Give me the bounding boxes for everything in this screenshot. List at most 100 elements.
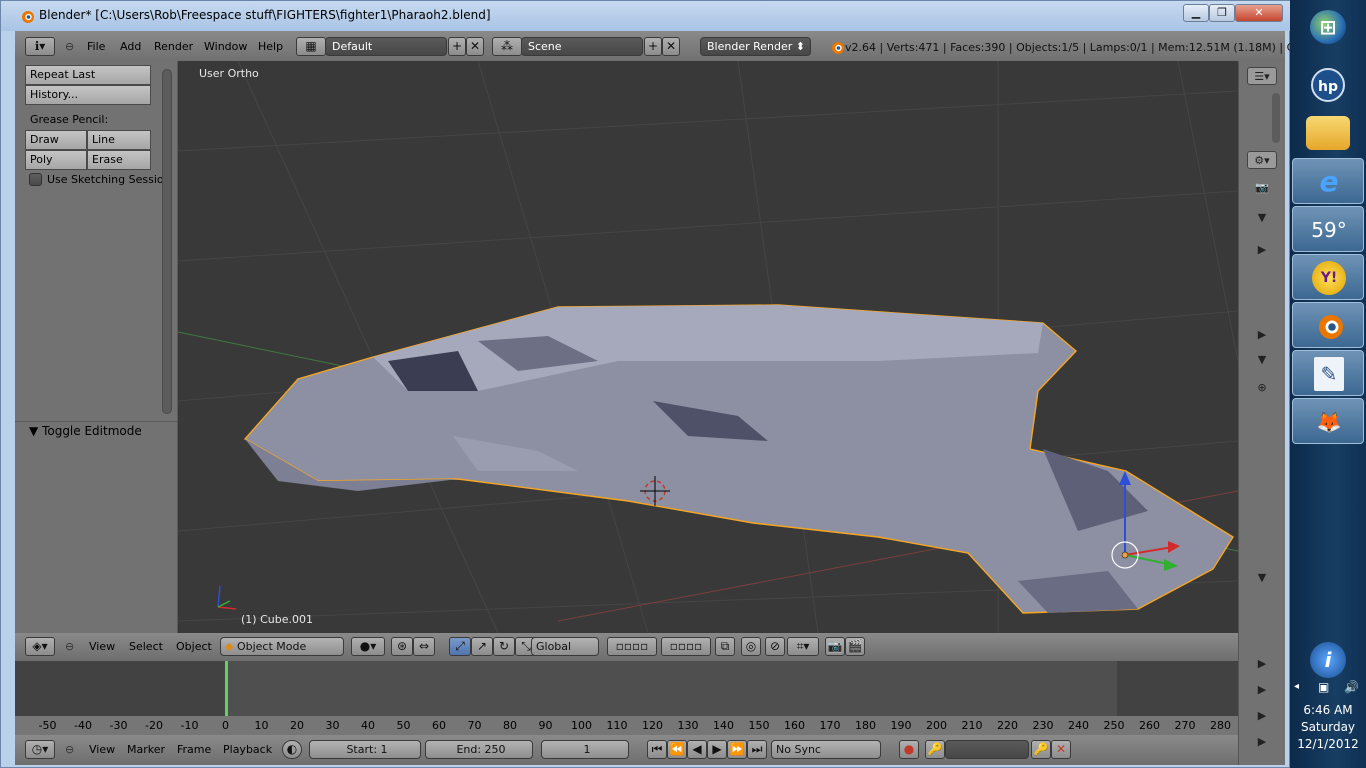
end-frame-field[interactable]: End: 250: [425, 740, 533, 759]
world-icon[interactable]: ⊕: [1247, 379, 1277, 397]
translate-icon[interactable]: ↗: [471, 637, 493, 656]
render-animation-icon[interactable]: 🎬: [845, 637, 865, 656]
history-button[interactable]: History...: [25, 85, 151, 105]
menu-object[interactable]: Object: [176, 638, 212, 656]
add-scene-icon[interactable]: +: [644, 37, 662, 56]
menu-marker[interactable]: Marker: [127, 741, 165, 759]
screen-layout-field[interactable]: Default: [325, 37, 447, 56]
viewport-canvas[interactable]: +: [178, 61, 1238, 633]
taskbar-notepad[interactable]: ✎: [1292, 350, 1364, 396]
scene-icon[interactable]: ⁂: [492, 37, 522, 56]
snap-icon[interactable]: ⊘: [765, 637, 785, 656]
panel-expand-icon-3[interactable]: ▶: [1247, 681, 1277, 699]
menu-view[interactable]: View: [89, 638, 115, 656]
panel-collapse-icon-2[interactable]: ▼: [1247, 569, 1277, 587]
minimize-button[interactable]: ▁: [1183, 4, 1209, 22]
outliner-scrollbar[interactable]: [1272, 93, 1280, 143]
timeline-area[interactable]: -50 -40 -30 -20 -10 0 10 20 30 40 50 60 70 80 90 100 110…: [15, 661, 1238, 735]
start-orb-button[interactable]: ⊞: [1292, 4, 1364, 50]
system-clock[interactable]: 6:46 AM Saturday 12/1/2012: [1290, 702, 1366, 753]
poly-button[interactable]: Poly: [25, 150, 87, 170]
add-screen-icon[interactable]: +: [448, 37, 466, 56]
record-icon[interactable]: ●: [899, 740, 919, 759]
menu-window[interactable]: Window: [204, 38, 247, 56]
taskbar-internet-explorer[interactable]: e: [1292, 158, 1364, 204]
pivot-point-icon[interactable]: ⊛: [391, 637, 413, 656]
use-sketching-checkbox[interactable]: [29, 173, 42, 186]
sync-mode-dropdown[interactable]: No Sync: [771, 740, 881, 759]
show-hidden-icons-icon[interactable]: ◂: [1294, 681, 1299, 692]
keying-set-icon[interactable]: 🔑: [925, 740, 945, 759]
timeline-ruler[interactable]: -50 -40 -30 -20 -10 0 10 20 30 40 50 60 70 80 90 100 110…: [15, 716, 1238, 735]
3d-viewport[interactable]: + User Ortho (1) Cube.001: [178, 61, 1238, 633]
keying-set-field[interactable]: [945, 740, 1029, 759]
layers-grid-1[interactable]: ▫▫▫▫: [607, 637, 657, 656]
taskbar-gimp[interactable]: 🦊: [1292, 398, 1364, 444]
current-frame-field[interactable]: 1: [541, 740, 629, 759]
scene-field[interactable]: Scene: [521, 37, 643, 56]
layers-grid-2[interactable]: ▫▫▫▫: [661, 637, 711, 656]
render-still-icon[interactable]: 📷: [825, 637, 845, 656]
draw-button[interactable]: Draw: [25, 130, 87, 150]
proportional-edit-icon[interactable]: ◎: [741, 637, 761, 656]
volume-icon[interactable]: 🔊: [1344, 680, 1359, 694]
line-button[interactable]: Line: [87, 130, 151, 150]
title-bar[interactable]: Blender* [C:\Users\Rob\Freespace stuff\F…: [1, 1, 1291, 31]
lock-layers-icon[interactable]: ⧉: [715, 637, 735, 656]
menu-help[interactable]: Help: [258, 38, 283, 56]
close-button[interactable]: ✕: [1235, 4, 1283, 22]
jump-to-keyframe-forward-icon[interactable]: ⏩: [727, 740, 747, 759]
panel-expand-icon-4[interactable]: ▶: [1247, 707, 1277, 725]
menu-view[interactable]: View: [89, 741, 115, 759]
remove-scene-icon[interactable]: ✕: [662, 37, 680, 56]
menu-frame[interactable]: Frame: [177, 741, 211, 759]
current-frame-marker[interactable]: [225, 661, 228, 718]
outliner-editor-icon[interactable]: ☰▾: [1247, 67, 1277, 85]
editor-type-timeline-icon[interactable]: ◷▾: [25, 740, 55, 759]
collapse-arrow-icon[interactable]: ▼: [1247, 209, 1277, 227]
taskbar-blender[interactable]: [1292, 302, 1364, 348]
render-engine-dropdown[interactable]: Blender Render ⬍: [700, 37, 811, 56]
manipulator-toggle-icon[interactable]: ⇔: [413, 637, 435, 656]
delete-keyframe-icon[interactable]: ✕: [1051, 740, 1071, 759]
editor-type-info-icon[interactable]: ℹ▾: [25, 37, 55, 56]
panel-expand-icon[interactable]: ▶: [1247, 326, 1277, 344]
panel-collapse-icon[interactable]: ▼: [1247, 351, 1277, 369]
viewport-shading-icon[interactable]: ●▾: [351, 637, 385, 656]
play-reverse-icon[interactable]: ◀: [687, 740, 707, 759]
repeat-last-button[interactable]: Repeat Last: [25, 65, 151, 85]
preview-range-icon[interactable]: ◐: [282, 740, 302, 759]
editor-type-3d-view-icon[interactable]: ◈▾: [25, 637, 55, 656]
rotate-icon[interactable]: ↻: [493, 637, 515, 656]
panel-expand-icon-2[interactable]: ▶: [1247, 655, 1277, 673]
fighter-mesh[interactable]: [243, 304, 1234, 614]
transform-orientation-dropdown[interactable]: Global: [531, 637, 599, 656]
toolshelf-scrollbar[interactable]: [162, 69, 172, 414]
taskbar-yahoo-messenger[interactable]: Y!: [1292, 254, 1364, 300]
help-icon[interactable]: i: [1310, 642, 1346, 678]
insert-keyframe-icon[interactable]: 🔑: [1031, 740, 1051, 759]
jump-to-keyframe-back-icon[interactable]: ⏪: [667, 740, 687, 759]
taskbar-weather[interactable]: 59°: [1292, 206, 1364, 252]
screen-layout-icon[interactable]: ▦: [296, 37, 326, 56]
menu-playback[interactable]: Playback: [223, 741, 272, 759]
menu-file[interactable]: File: [87, 38, 105, 56]
play-icon[interactable]: ▶: [707, 740, 727, 759]
collapse-menu-icon[interactable]: ⊖: [65, 741, 74, 759]
toggle-editmode-panel-header[interactable]: ▼ Toggle Editmode: [29, 424, 142, 438]
snap-element-icon[interactable]: ⌗▾: [787, 637, 819, 656]
object-mode-dropdown[interactable]: ◆ Object Mode: [220, 637, 344, 656]
remove-screen-icon[interactable]: ✕: [466, 37, 484, 56]
start-frame-field[interactable]: Start: 1: [309, 740, 421, 759]
collapse-menu-icon[interactable]: ⊖: [65, 38, 74, 56]
taskbar-explorer[interactable]: [1292, 110, 1364, 156]
maximize-button[interactable]: ❐: [1209, 4, 1235, 22]
render-context-icon[interactable]: 📷: [1247, 179, 1277, 197]
jump-to-end-icon[interactable]: ⏭: [747, 740, 767, 759]
jump-to-start-icon[interactable]: ⏮: [647, 740, 667, 759]
network-icon[interactable]: ▣: [1318, 680, 1329, 694]
properties-editor-icon[interactable]: ⚙▾: [1247, 151, 1277, 169]
taskbar-hp[interactable]: hp: [1292, 62, 1364, 108]
translate-manipulator-icon[interactable]: ⤢: [449, 637, 471, 656]
menu-render[interactable]: Render: [154, 38, 193, 56]
